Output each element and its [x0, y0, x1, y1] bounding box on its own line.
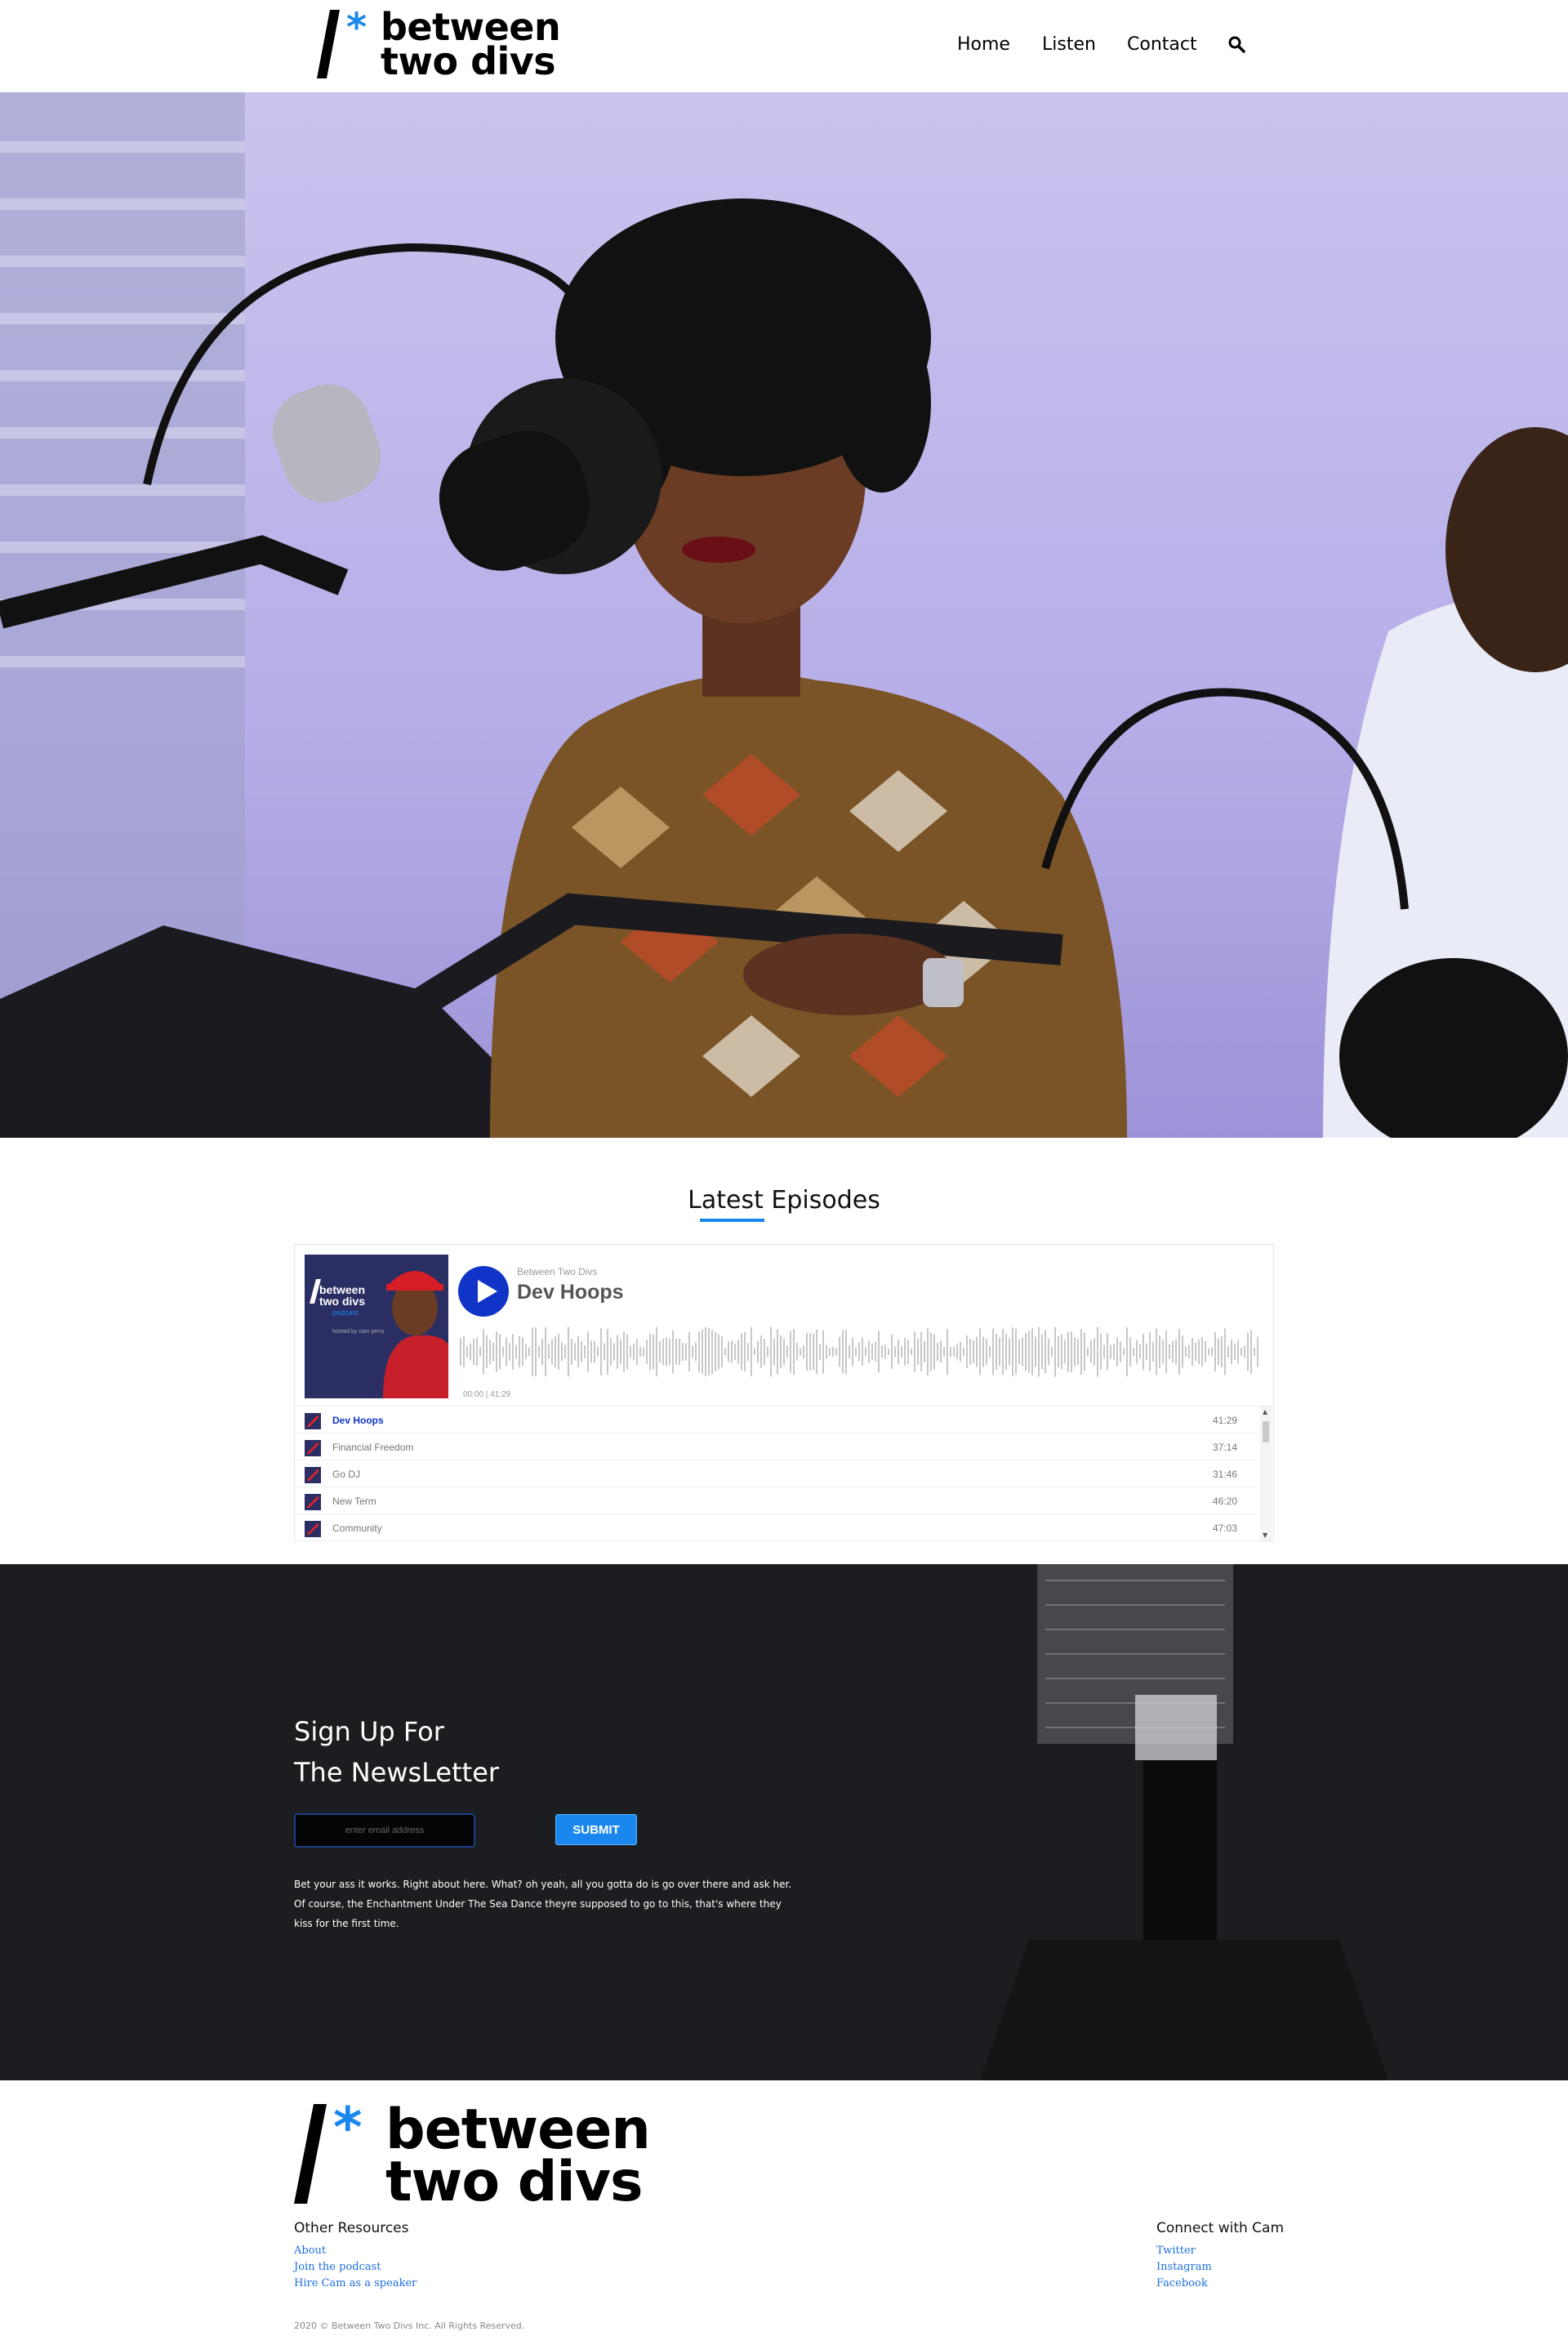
time-readout: 00:00 | 41:29 — [463, 1390, 511, 1399]
episode-name: Dev Hoops — [332, 1415, 384, 1426]
nav-contact[interactable]: Contact — [1127, 34, 1197, 55]
list-item[interactable]: Community 47:03 — [295, 1514, 1258, 1541]
episode-cover-art: between two divs podcast hosted by cam p… — [305, 1255, 448, 1398]
current-episode-title: Dev Hoops — [517, 1281, 624, 1304]
logo-text: between two divs — [381, 8, 561, 83]
play-button[interactable] — [458, 1266, 509, 1317]
episode-duration: 41:29 — [1212, 1415, 1237, 1426]
hero-illustration — [0, 92, 1568, 1138]
list-item[interactable]: Go DJ 31:46 — [295, 1460, 1258, 1487]
newsletter-heading-line2: The NewsLetter — [294, 1757, 500, 1788]
cover-portrait-illustration — [305, 1255, 448, 1398]
episode-name: Go DJ — [332, 1469, 361, 1480]
logo-slash-icon — [294, 2104, 327, 2204]
newsletter-heading: Sign Up For The NewsLetter — [294, 1711, 499, 1793]
waveform-scrubber[interactable] — [460, 1323, 1265, 1380]
newsletter-section: Sign Up For The NewsLetter SUBMIT Bet yo… — [0, 1564, 1568, 2080]
footer-link-instagram[interactable]: Instagram — [1156, 2261, 1212, 2273]
episode-duration: 37:14 — [1212, 1442, 1237, 1453]
episode-thumb-icon — [305, 1413, 321, 1429]
list-item[interactable]: Financial Freedom 37:14 — [295, 1433, 1258, 1460]
episode-thumb-icon — [305, 1494, 321, 1510]
footer-logo-line1: between — [385, 2098, 651, 2162]
episode-duration: 31:46 — [1212, 1469, 1237, 1480]
search-icon[interactable] — [1228, 36, 1246, 54]
submit-button[interactable]: SUBMIT — [555, 1814, 637, 1845]
site-logo[interactable]: * between two divs — [317, 5, 561, 83]
footer-logo[interactable]: * between two divs — [294, 2096, 651, 2212]
newsletter-copy: Bet your ass it works. Right about here.… — [294, 1879, 792, 1929]
nav-home[interactable]: Home — [957, 34, 1010, 55]
cover-title: between two divs — [319, 1284, 365, 1307]
scroll-up-icon[interactable]: ▲ — [1263, 1408, 1267, 1415]
logo-slash-icon — [317, 10, 340, 78]
hero-image — [0, 92, 1568, 1138]
episode-duration: 47:03 — [1212, 1522, 1237, 1534]
footer-link-about[interactable]: About — [294, 2245, 326, 2257]
episode-name: Community — [332, 1522, 382, 1534]
copyright-text: 2020 © Between Two Divs Inc. All Rights … — [294, 2320, 525, 2331]
scrollbar-thumb[interactable] — [1263, 1421, 1269, 1442]
episode-list: Dev Hoops 41:29 Financial Freedom 37:14 … — [295, 1406, 1273, 1541]
newsletter-heading-line1: Sign Up For — [294, 1716, 444, 1747]
footer-link-twitter[interactable]: Twitter — [1156, 2245, 1196, 2257]
microphone-background — [0, 1564, 1568, 2080]
episode-thumb-icon — [305, 1440, 321, 1456]
scroll-down-icon[interactable]: ▼ — [1263, 1531, 1267, 1539]
list-item[interactable]: New Term 46:20 — [295, 1487, 1258, 1514]
cover-title-line1: between — [319, 1283, 366, 1296]
logo-line2: two divs — [381, 39, 556, 83]
connect-heading: Connect with Cam — [1156, 2220, 1285, 2236]
other-resources-heading: Other Resources — [294, 2220, 409, 2236]
site-header: * between two divs Home Listen Contact — [0, 0, 1568, 92]
episode-thumb-icon — [305, 1467, 321, 1483]
email-field[interactable] — [294, 1813, 475, 1848]
latest-episodes-heading: Latest Episodes — [688, 1186, 880, 1215]
nav-listen[interactable]: Listen — [1042, 34, 1096, 55]
show-name: Between Two Divs — [517, 1266, 598, 1277]
cover-title-line2: two divs — [319, 1295, 366, 1308]
footer-logo-line2: two divs — [385, 2150, 644, 2214]
logo-asterisk-icon: * — [346, 5, 368, 51]
footer-link-join[interactable]: Join the podcast — [294, 2261, 381, 2273]
list-item[interactable]: Dev Hoops 41:29 — [295, 1407, 1258, 1433]
footer-logo-text: between two divs — [385, 2098, 651, 2214]
episode-thumb-icon — [305, 1521, 321, 1537]
podcast-player: between two divs podcast hosted by cam p… — [294, 1244, 1274, 1541]
episode-duration: 46:20 — [1212, 1496, 1237, 1507]
footer-link-hire[interactable]: Hire Cam as a speaker — [294, 2277, 416, 2289]
cover-subtitle: podcast — [332, 1308, 359, 1317]
list-scrollbar[interactable]: ▲ ▼ — [1260, 1407, 1272, 1540]
logo-asterisk-icon: * — [333, 2096, 363, 2160]
footer-link-facebook[interactable]: Facebook — [1156, 2277, 1208, 2289]
episode-name: Financial Freedom — [332, 1442, 414, 1453]
cover-host: hosted by cam perry — [332, 1329, 385, 1335]
episode-name: New Term — [332, 1496, 376, 1507]
heading-underline — [700, 1219, 764, 1222]
